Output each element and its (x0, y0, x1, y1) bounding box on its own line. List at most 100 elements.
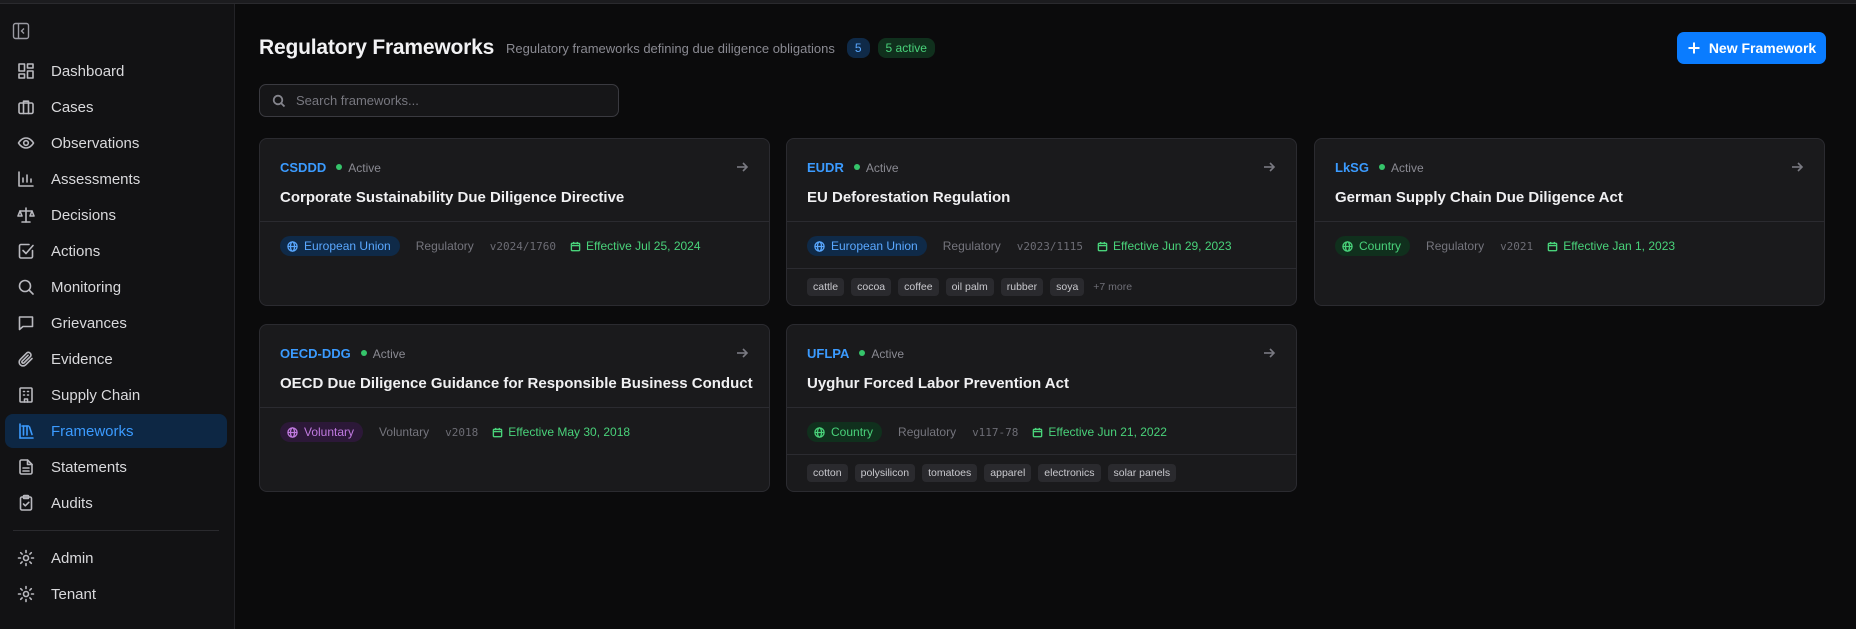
commodity-tag: tomatoes (922, 464, 978, 482)
sidebar-item-assessments[interactable]: Assessments (5, 162, 227, 196)
sidebar-item-decisions[interactable]: Decisions (5, 198, 227, 232)
framework-name: OECD Due Diligence Guidance for Responsi… (280, 375, 753, 392)
card-divider (1315, 221, 1824, 222)
sidebar-item-label: Cases (51, 98, 94, 116)
effective-date-label: Effective May 30, 2018 (508, 425, 631, 439)
framework-type: Regulatory (415, 239, 474, 253)
sidebar-item-grievances[interactable]: Grievances (5, 306, 227, 340)
search-input[interactable] (296, 93, 596, 108)
framework-type: Voluntary (379, 425, 430, 439)
region-badge: Country (1335, 236, 1411, 256)
framework-card[interactable]: EUDR Active EU Deforestation Regulation E… (786, 138, 1297, 306)
region-label: European Union (831, 239, 918, 253)
commodity-tag: cattle (807, 278, 845, 296)
commodity-tag: rubber (1000, 278, 1044, 296)
scale-icon (17, 206, 35, 224)
arrow-right-icon[interactable] (1262, 160, 1276, 174)
commodity-tags: cattle cocoa coffee oil palm rubber soya… (807, 278, 1132, 296)
sidebar-item-dashboard[interactable]: Dashboard (5, 54, 227, 88)
region-badge: European Union (807, 236, 927, 256)
framework-type: Regulatory (942, 239, 1001, 253)
sidebar-item-label: Grievances (51, 314, 127, 332)
sidebar-collapse-icon[interactable] (12, 22, 30, 40)
sidebar-item-label: Dashboard (51, 62, 125, 80)
framework-version: v2021 (1500, 239, 1534, 253)
sidebar-item-frameworks[interactable]: Frameworks (5, 414, 227, 448)
arrow-right-icon[interactable] (1790, 160, 1804, 174)
commodity-tag: polysilicon (854, 464, 916, 482)
card-divider (787, 407, 1296, 408)
framework-card[interactable]: OECD-DDG Active OECD Due Diligence Guidan… (259, 324, 770, 492)
effective-date-label: Effective Jun 29, 2023 (1113, 239, 1232, 253)
commodity-tag: oil palm (945, 278, 994, 296)
framework-version: v2024/1760 (489, 239, 556, 253)
building-icon (17, 386, 35, 404)
page-subtitle: Regulatory frameworks defining due dilig… (506, 40, 835, 56)
framework-card[interactable]: CSDDD Active Corporate Sustainability Due… (259, 138, 770, 306)
bar-chart-icon (17, 170, 35, 188)
sidebar-item-label: Admin (51, 549, 94, 567)
sidebar-item-actions[interactable]: Actions (5, 234, 227, 268)
arrow-right-icon[interactable] (1262, 346, 1276, 360)
card-meta: European Union Regulatory v2024/1760 Eff… (280, 235, 701, 257)
sidebar-item-monitoring[interactable]: Monitoring (5, 270, 227, 304)
commodity-tag: apparel (984, 464, 1032, 482)
sidebar-item-audits[interactable]: Audits (5, 486, 227, 520)
sidebar-divider (13, 530, 219, 531)
arrow-right-icon[interactable] (735, 160, 749, 174)
search-icon (272, 94, 286, 107)
framework-card[interactable]: LkSG Active German Supply Chain Due Dilig… (1314, 138, 1825, 306)
card-divider (260, 407, 769, 408)
sidebar-item-statements[interactable]: Statements (5, 450, 227, 484)
sidebar-item-cases[interactable]: Cases (5, 90, 227, 124)
status-text: Active (871, 347, 905, 361)
status-dot (1378, 164, 1385, 170)
search-icon (17, 278, 35, 296)
commodity-tag: coffee (898, 278, 939, 296)
gear-icon (17, 549, 35, 567)
sidebar-item-label: Evidence (51, 350, 113, 368)
search-box (259, 84, 619, 117)
status-dot (853, 164, 860, 170)
region-label: European Union (304, 239, 391, 253)
framework-code: UFLPA (807, 346, 850, 361)
sidebar-item-label: Statements (51, 458, 127, 476)
globe-icon (814, 426, 825, 438)
eye-icon (17, 134, 35, 152)
sidebar-item-label: Frameworks (51, 422, 134, 440)
sidebar-item-supply-chain[interactable]: Supply Chain (5, 378, 227, 412)
calendar-icon (492, 427, 503, 437)
framework-code: LkSG (1335, 160, 1369, 175)
card-header: EUDR Active EU Deforestation Regulation (807, 159, 1276, 219)
sidebar-item-tenant[interactable]: Tenant (5, 577, 227, 611)
sidebar-item-admin[interactable]: Admin (5, 541, 227, 575)
file-text-icon (17, 458, 35, 476)
check-square-icon (17, 242, 35, 260)
message-icon (17, 314, 35, 332)
sidebar-item-label: Actions (51, 242, 101, 260)
new-framework-button[interactable]: New Framework (1677, 32, 1826, 64)
briefcase-icon (17, 98, 35, 116)
framework-code: EUDR (807, 160, 844, 175)
sidebar-item-label: Observations (51, 134, 140, 152)
calendar-icon (1547, 241, 1558, 251)
framework-type: Regulatory (898, 425, 957, 439)
sidebar-item-label: Monitoring (51, 278, 122, 296)
card-divider (787, 268, 1296, 269)
framework-card[interactable]: UFLPA Active Uyghur Forced Labor Preventi… (786, 324, 1297, 492)
status-dot (859, 350, 866, 356)
framework-name: EU Deforestation Regulation (807, 189, 1011, 206)
region-label: Country (831, 425, 874, 439)
sidebar-item-observations[interactable]: Observations (5, 126, 227, 160)
region-badge: Voluntary (280, 422, 364, 442)
sidebar-item-label: Audits (51, 494, 93, 512)
card-meta: Voluntary Voluntary v2018 Effective May … (280, 421, 630, 443)
more-tags-label: +7 more (1093, 281, 1133, 293)
framework-code: OECD-DDG (280, 346, 351, 361)
sidebar-item-evidence[interactable]: Evidence (5, 342, 227, 376)
arrow-right-icon[interactable] (735, 346, 749, 360)
page-title: Regulatory Frameworks (259, 36, 495, 59)
library-icon (17, 422, 35, 440)
card-divider (260, 221, 769, 222)
status-text: Active (1390, 161, 1424, 175)
